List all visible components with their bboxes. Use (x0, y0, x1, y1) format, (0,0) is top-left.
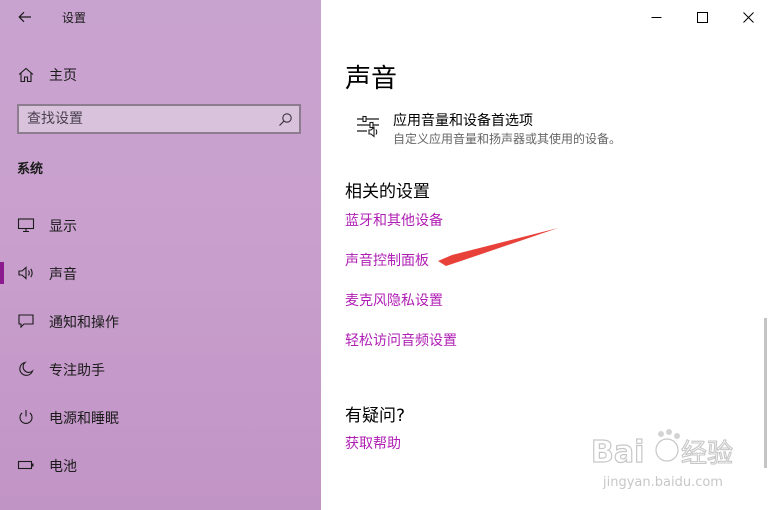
back-arrow-icon (18, 11, 31, 23)
close-button[interactable] (725, 0, 771, 34)
app-pref-title: 应用音量和设备首选项 (393, 113, 533, 129)
page-title: 声音 (345, 64, 398, 94)
search-box[interactable] (17, 104, 301, 134)
maximize-icon (696, 11, 708, 23)
app-pref-description: 自定义应用音量和扬声器或其使用的设备。 (393, 132, 622, 146)
moon-icon (19, 361, 34, 376)
sidebar-item-sound[interactable]: 声音 (0, 253, 321, 293)
link-ease-of-access-audio[interactable]: 轻松访问音频设置 (345, 330, 457, 350)
sidebar-item-label: 显示 (49, 219, 77, 235)
sidebar-item-focus-assist[interactable]: 专注助手 (0, 349, 321, 389)
sidebar-item-battery[interactable]: 电池 (0, 445, 321, 485)
baidu-jingyan-watermark: Bai 经验 jingyan.baidu.com (590, 429, 734, 490)
close-icon (742, 11, 754, 23)
svg-text:经验: 经验 (681, 439, 733, 469)
minimize-icon (651, 16, 661, 18)
help-heading: 有疑问? (345, 406, 406, 426)
battery-icon (17, 460, 34, 470)
power-icon (19, 410, 33, 424)
mixer-icon (357, 115, 379, 138)
settings-window: 设置 主页 系统 显示 (0, 0, 771, 510)
sidebar-item-label: 通知和操作 (49, 315, 119, 331)
link-bluetooth-devices[interactable]: 蓝牙和其他设备 (345, 210, 443, 230)
paw-logo-icon (655, 429, 680, 462)
app-title: 设置 (62, 11, 87, 25)
active-indicator (0, 262, 4, 284)
sidebar-item-label: 电源和睡眠 (49, 411, 119, 427)
sidebar-item-label: 电池 (49, 459, 77, 475)
titlebar-left: 设置 (0, 0, 321, 34)
sidebar: 设置 主页 系统 显示 (0, 0, 321, 510)
sidebar-item-notifications[interactable]: 通知和操作 (0, 301, 321, 341)
monitor-icon (17, 218, 35, 233)
svg-text:Bai: Bai (591, 435, 644, 470)
maximize-button[interactable] (679, 0, 725, 34)
link-get-help[interactable]: 获取帮助 (345, 433, 401, 453)
svg-text:jingyan.baidu.com: jingyan.baidu.com (602, 475, 723, 490)
content-pane: 声音 应用音量和设备首选项 自定义应用音量和扬声器或其使用的设备。 相关的设置 … (321, 0, 771, 510)
back-button[interactable] (8, 4, 42, 30)
section-label-system: 系统 (17, 162, 44, 177)
home-label: 主页 (49, 68, 77, 84)
sidebar-home[interactable]: 主页 (0, 58, 321, 90)
link-sound-control-panel[interactable]: 声音控制面板 (345, 250, 429, 270)
home-icon (18, 67, 34, 83)
speaker-icon (18, 266, 33, 280)
sidebar-item-display[interactable]: 显示 (0, 205, 321, 245)
search-icon (279, 113, 292, 126)
search-input[interactable] (27, 110, 267, 128)
sidebar-item-label: 专注助手 (49, 363, 105, 379)
notification-icon (18, 314, 34, 329)
minimize-button[interactable] (633, 0, 679, 34)
link-microphone-privacy[interactable]: 麦克风隐私设置 (345, 290, 443, 310)
app-volume-preferences[interactable]: 应用音量和设备首选项 自定义应用音量和扬声器或其使用的设备。 (345, 108, 745, 152)
sidebar-item-label: 声音 (49, 267, 77, 283)
sidebar-item-power-sleep[interactable]: 电源和睡眠 (0, 397, 321, 437)
related-settings-heading: 相关的设置 (345, 182, 430, 202)
